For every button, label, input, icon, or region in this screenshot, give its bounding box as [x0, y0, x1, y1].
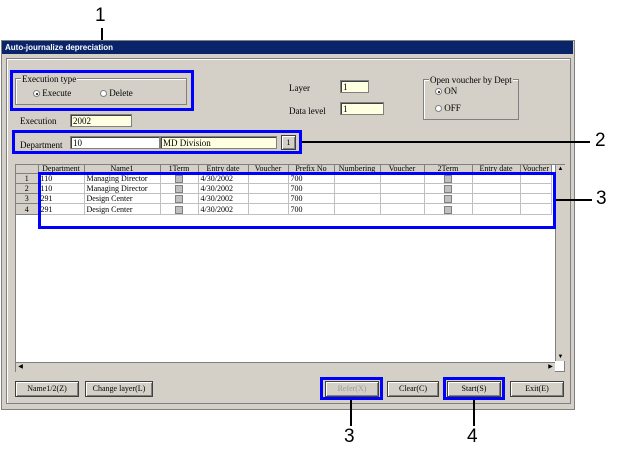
data-level-label: Data level — [289, 106, 326, 116]
execution-year-field[interactable]: 2002 — [70, 114, 132, 127]
callout-2: 2 — [595, 130, 606, 151]
radio-on-label: ON — [444, 86, 458, 96]
clear-button[interactable]: Clear(C) — [387, 381, 439, 397]
callout-3-refer: 3 — [344, 426, 355, 447]
callout-3-refer-leader — [350, 400, 352, 426]
grid-vertical-scrollbar[interactable]: ▲ ▼ — [555, 165, 565, 361]
execution-label: Execution — [20, 116, 57, 126]
grid-corner — [16, 165, 39, 174]
callout-3-grid-leader — [556, 199, 592, 201]
highlight-box-3-grid — [38, 172, 556, 229]
grid-horizontal-scrollbar[interactable]: ◀ ▶ — [16, 362, 555, 372]
highlight-box-2 — [12, 130, 302, 154]
layer-label: Layer — [289, 83, 310, 93]
row-number[interactable]: 2 — [16, 183, 39, 195]
layer-field[interactable]: 1 — [340, 80, 369, 93]
data-level-field[interactable]: 1 — [340, 102, 384, 115]
radio-off-indicator[interactable] — [435, 105, 442, 113]
callout-2-leader — [302, 141, 590, 143]
scroll-up-arrow-icon[interactable]: ▲ — [556, 165, 565, 173]
callout-1: 1 — [95, 5, 106, 26]
callout-4-leader — [473, 400, 475, 426]
radio-off-label: OFF — [444, 103, 461, 113]
scroll-left-arrow-icon[interactable]: ◀ — [16, 363, 25, 371]
radio-off[interactable]: OFF — [435, 103, 461, 113]
scroll-right-arrow-icon[interactable]: ▶ — [546, 363, 555, 371]
row-number[interactable]: 4 — [16, 203, 39, 215]
row-number[interactable]: 1 — [16, 173, 39, 185]
highlight-box-1 — [10, 70, 194, 111]
open-voucher-legend: Open voucher by Dept — [429, 75, 513, 85]
highlight-box-4-start — [443, 377, 505, 400]
highlight-box-3-refer — [320, 377, 383, 400]
row-number[interactable]: 3 — [16, 193, 39, 205]
name12-button[interactable]: Name1/2(Z) — [15, 381, 79, 397]
window-title: Auto-journalize depreciation — [2, 41, 573, 54]
radio-on[interactable]: ON — [435, 86, 457, 96]
radio-on-indicator[interactable] — [435, 88, 442, 96]
change-layer-button[interactable]: Change layer(L) — [85, 381, 153, 397]
exit-button[interactable]: Exit(E) — [510, 381, 564, 397]
scroll-down-arrow-icon[interactable]: ▼ — [556, 353, 565, 361]
callout-3-grid: 3 — [596, 188, 607, 209]
callout-4: 4 — [467, 426, 478, 447]
